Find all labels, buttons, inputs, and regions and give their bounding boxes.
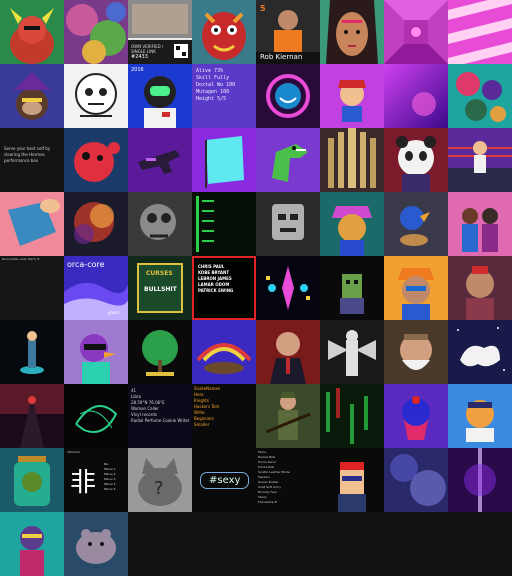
nft-tile-sketch-creature[interactable] <box>64 64 128 128</box>
nft-tile-names-list[interactable]: CHRIS PAUL KOBE BRYANT LEBRON JAMES LAMA… <box>192 256 256 320</box>
profile-text: 41 Libra 28.59°N 76.06°E Woman Caller Vi… <box>131 388 190 423</box>
orca-title: orca-core <box>67 260 105 269</box>
nft-tile-red-sky[interactable] <box>0 384 64 448</box>
nft-tile-couple-pink[interactable] <box>448 192 512 256</box>
nft-tile-neon-smiley[interactable] <box>256 64 320 128</box>
nft-tile-money-tree[interactable] <box>128 320 192 384</box>
orca-sub: ghost <box>108 310 120 315</box>
nft-tile-organ-pipes[interactable] <box>320 128 384 192</box>
nft-tile-profile-text[interactable]: 41 Libra 28.59°N 76.06°E Woman Caller Vi… <box>128 384 192 448</box>
nft-tile-soldier[interactable] <box>256 384 320 448</box>
nft-tile-red-fluff[interactable] <box>64 128 128 192</box>
nft-tile-blue-sleeve[interactable] <box>0 192 64 256</box>
nft-tile-bird-burger[interactable] <box>384 192 448 256</box>
nft-tile-purple-gradient[interactable] <box>384 64 448 128</box>
qr-caption: OWN VERIFIED / SINGLE LINK <box>131 44 164 54</box>
nft-tile-robot-head[interactable] <box>256 192 320 256</box>
nft-tile-stats-card[interactable]: Alive 73% Skill Fully Doxtal Wu 100 Muta… <box>192 64 256 128</box>
tile-small-label: 2016 <box>131 67 144 73</box>
nft-tile-rainbow-cap[interactable] <box>320 192 384 256</box>
orange-list-text: SnakeNames Hero Knights Hackers Tom Writ… <box>194 386 221 427</box>
nft-tile-pink-stripes[interactable] <box>448 0 512 64</box>
nft-tile-cat-cannon[interactable] <box>448 384 512 448</box>
nft-tile-duck-sunglasses[interactable] <box>64 320 128 384</box>
nft-tile-abstract-swirl[interactable] <box>64 0 128 64</box>
nft-tile-purple-gun[interactable] <box>128 128 192 192</box>
nft-tile-ape-hat[interactable] <box>0 64 64 128</box>
nft-tile-chrome-skull[interactable] <box>128 192 192 256</box>
nft-tile-curses[interactable]: CURSES BULLSHIT <box>128 256 192 320</box>
nft-tile-portrait-suit[interactable] <box>256 320 320 384</box>
nft-tile-nebula[interactable] <box>64 192 128 256</box>
nft-tile-orange-list[interactable]: SnakeNames Hero Knights Hackers Tom Writ… <box>192 384 256 448</box>
nft-tile-pixel-punk[interactable] <box>320 448 384 512</box>
nft-tile-purple-room[interactable] <box>384 0 448 64</box>
nft-tile-red-mask[interactable] <box>192 0 256 64</box>
nft-tile-old-man[interactable] <box>384 320 448 384</box>
nft-tile-small-list[interactable]: Fame Radius Bills Home Rand Future Bob S… <box>256 448 320 512</box>
nft-tile-face-paint[interactable] <box>320 0 384 64</box>
nft-tile-glow-figure[interactable] <box>0 320 64 384</box>
nft-tile-cupcake[interactable] <box>384 384 448 448</box>
grey-card-label: Bernadette Leah Marty 8 <box>2 257 40 261</box>
nft-tile-teal-warrior[interactable] <box>0 512 64 576</box>
nft-tile-matrix-scene[interactable] <box>320 384 384 448</box>
nft-tile-pixel-zombie[interactable] <box>320 256 384 320</box>
nft-tile-jar-creature[interactable] <box>0 448 64 512</box>
nft-tile-panda[interactable] <box>384 128 448 192</box>
nft-tile-red-devil[interactable] <box>0 0 64 64</box>
nft-tile-cap-kid[interactable] <box>320 64 384 128</box>
kanji-title: ARISAKA <box>67 450 81 454</box>
svg-text:?: ? <box>154 478 164 499</box>
nft-tile-kanji[interactable]: ARISAKA 非 No. Minos 1 Minos 2 Minos 3 Mi… <box>64 448 128 512</box>
nft-tile-green-wire[interactable] <box>64 384 128 448</box>
nft-tile-blue-starfield[interactable] <box>384 448 448 512</box>
nft-tile-boxing-ring[interactable] <box>448 128 512 192</box>
nft-gallery-grid: OWN VERIFIED / SINGLE LINK #2433 Rob Kie… <box>0 0 512 576</box>
qr-number: #2433 <box>131 54 148 60</box>
nft-tile-hippo[interactable] <box>64 512 128 576</box>
nft-tile-sexy-tag[interactable]: #sexy <box>192 448 256 512</box>
nft-tile-neon-symmetry[interactable] <box>256 256 320 320</box>
nft-tile-qr-card[interactable]: OWN VERIFIED / SINGLE LINK #2433 <box>128 0 192 64</box>
nft-tile-cyan-cloth[interactable] <box>192 128 256 192</box>
nft-tile-dark-note[interactable]: Serve your best self by clearing the Her… <box>0 128 64 192</box>
sexy-tag: #sexy <box>200 472 250 489</box>
nft-tile-dino[interactable] <box>256 128 320 192</box>
curses-title: CURSES <box>146 270 173 277</box>
names-list-text: CHRIS PAUL KOBE BRYANT LEBRON JAMES LAMA… <box>198 264 234 293</box>
kanji-lines: No. Minos 1 Minos 2 Minos 3 Minos 4 Mino… <box>104 462 116 491</box>
kanji-char: 非 <box>70 468 97 498</box>
nft-tile-rainbow-floating[interactable] <box>192 320 256 384</box>
small-list-text: Fame Radius Bills Home Rand Future Bob S… <box>258 450 290 504</box>
nft-tile-astronaut[interactable]: 2016 <box>128 64 192 128</box>
name-plate: Rob Kiernan <box>260 53 303 61</box>
nft-tile-matrix-bars[interactable] <box>192 192 256 256</box>
nft-tile-player-card[interactable]: Rob Kiernan 5 <box>256 0 320 64</box>
nft-tile-orca[interactable]: orca-core ghost <box>64 256 128 320</box>
dark-note-text: Serve your best self by clearing the Her… <box>4 146 51 163</box>
curses-sub: BULLSHIT <box>144 286 177 293</box>
nft-tile-space-ghost[interactable] <box>448 320 512 384</box>
nft-tile-mystery-cat[interactable]: ? <box>128 448 192 512</box>
nft-tile-teal-blobs[interactable] <box>448 64 512 128</box>
stats-card-text: Alive 73% Skill Fully Doxtal Wu 100 Muta… <box>196 68 236 102</box>
nft-tile-grey-card[interactable]: Bernadette Leah Marty 8 <box>0 256 64 320</box>
nft-tile-angel-statue[interactable] <box>320 320 384 384</box>
nft-tile-purple-nebula[interactable] <box>448 448 512 512</box>
nft-tile-punk-man[interactable] <box>448 256 512 320</box>
nft-tile-orange-cap[interactable] <box>384 256 448 320</box>
badge-number: 5 <box>260 4 266 13</box>
